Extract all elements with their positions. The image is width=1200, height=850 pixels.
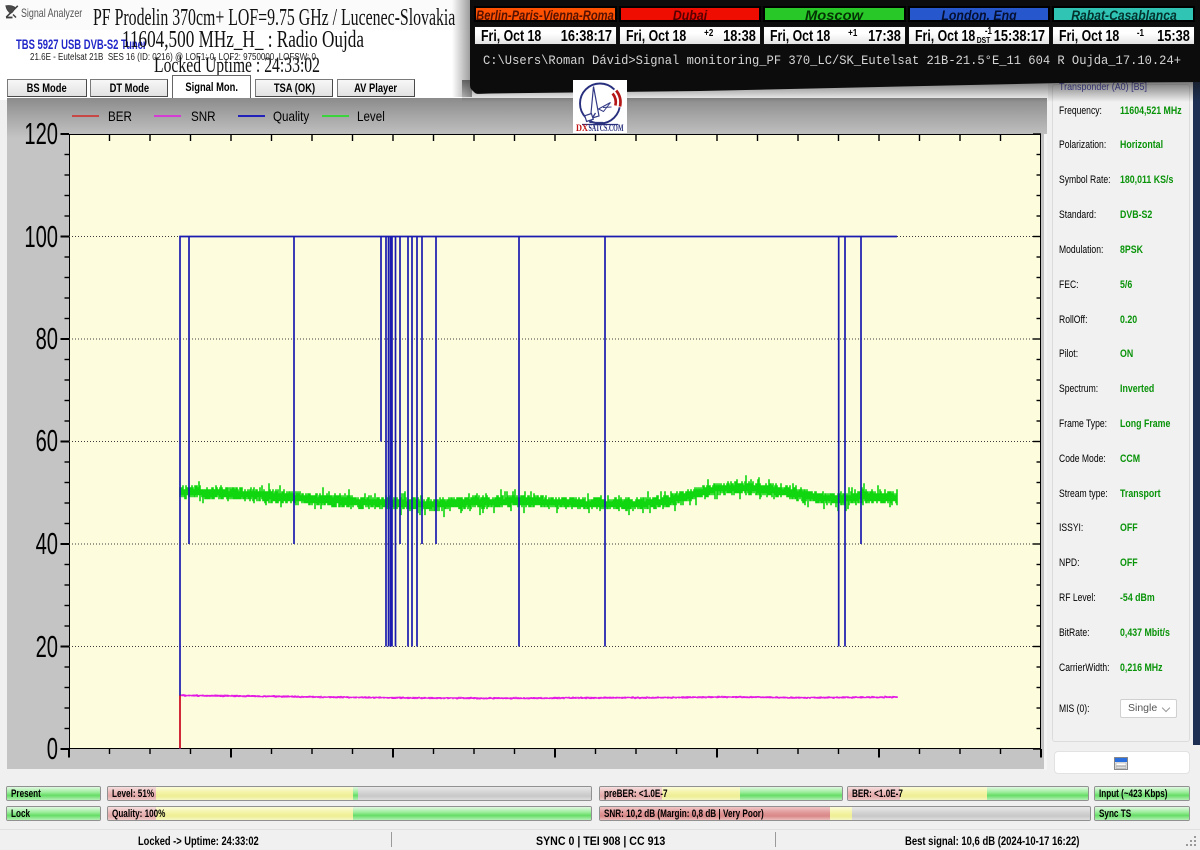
svg-text:SATCS.COM: SATCS.COM [589,123,624,133]
svg-text:DX: DX [576,123,588,133]
